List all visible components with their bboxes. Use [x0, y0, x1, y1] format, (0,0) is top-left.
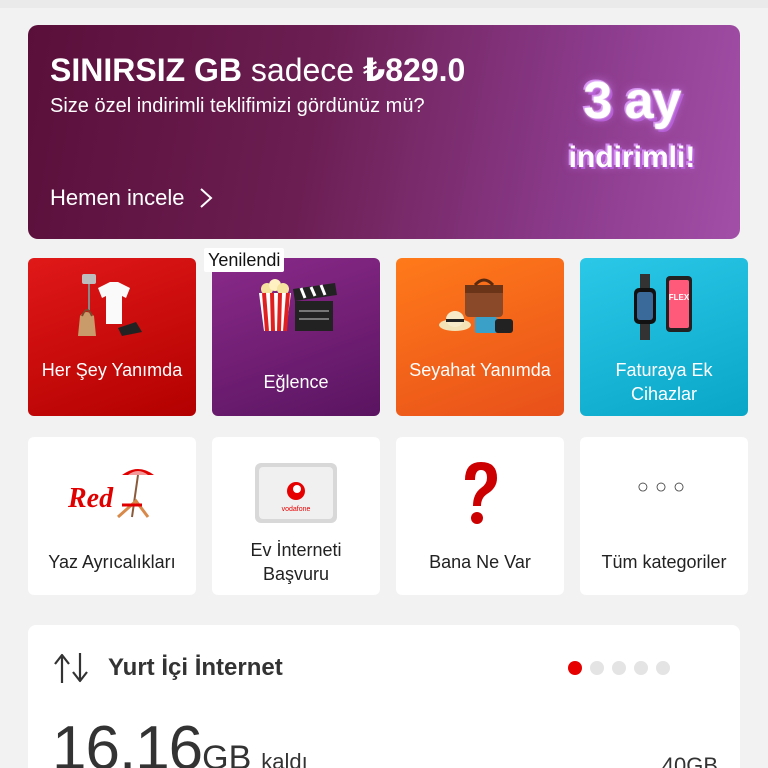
- usage-total: 40GB: [661, 753, 718, 768]
- promo-line1: 3 ay: [583, 72, 681, 130]
- category-faturaya-ek-cihazlar[interactable]: FLEX Faturaya Ek Cihazlar: [580, 258, 748, 416]
- red-beach-logo-icon: Red: [28, 457, 196, 537]
- usage-unit: GB: [202, 739, 252, 768]
- category-label: Her Şey Yanımda: [41, 360, 183, 380]
- carousel-pager[interactable]: [568, 661, 670, 675]
- shortcut-label: Yaz Ayrıcalıkları: [48, 552, 176, 572]
- usage-card[interactable]: Yurt İçi İnternet 16.16GB kaldı 40GB: [28, 625, 740, 768]
- usage-value: 16.16: [52, 714, 203, 768]
- promo-banner[interactable]: SINIRSIZ GB sadece ₺829.0 Size özel indi…: [28, 25, 740, 239]
- shortcut-yaz-ayricaliklari[interactable]: Red Yaz Ayrıcalıkları: [28, 437, 196, 595]
- pager-dot[interactable]: [634, 661, 648, 675]
- shortcut-label: Bana Ne Var: [429, 552, 531, 572]
- shortcut-bana-ne-var[interactable]: Bana Ne Var: [396, 437, 564, 595]
- pager-dot[interactable]: [590, 661, 604, 675]
- pager-dot[interactable]: [656, 661, 670, 675]
- shortcut-label: Ev İnterneti Başvuru: [250, 540, 342, 584]
- svg-text:FLEX: FLEX: [669, 293, 690, 302]
- question-mark-icon: [396, 453, 564, 533]
- category-seyahat-yanimda[interactable]: Seyahat Yanımda: [396, 258, 564, 416]
- category-label: Faturaya Ek Cihazlar: [615, 360, 713, 404]
- banner-title-strong: SINIRSIZ GB: [50, 52, 243, 88]
- category-her-sey-yanimda[interactable]: Her Şey Yanımda: [28, 258, 196, 416]
- svg-text:Red: Red: [67, 483, 114, 514]
- vodafone-modem-icon: vodafone: [212, 453, 380, 533]
- shortcut-ev-interneti-basvuru[interactable]: vodafone Ev İnterneti Başvuru: [212, 437, 380, 595]
- banner-title-light: sadece: [250, 52, 355, 88]
- banner-cta-label: Hemen incele: [50, 185, 185, 210]
- pager-dot[interactable]: [568, 661, 582, 675]
- smartwatch-phone-icon: FLEX: [580, 270, 748, 350]
- usage-title: Yurt İçi İnternet: [108, 654, 283, 681]
- banner-subtitle: Size özel indirimli teklifimizi gördünüz…: [50, 95, 425, 117]
- category-label: Eğlence: [263, 372, 329, 392]
- travel-bag-icon: [396, 270, 564, 350]
- promo-badge: 3 ay indirimli!: [552, 75, 712, 173]
- modem-brand-text: vodafone: [282, 506, 311, 513]
- new-tag: Yenilendi: [204, 248, 285, 272]
- popcorn-clapperboard-icon: [212, 270, 380, 350]
- banner-title: SINIRSIZ GB sadece ₺829.0: [50, 51, 465, 89]
- chevron-right-icon: [199, 188, 213, 208]
- clothing-accessories-icon: [28, 270, 196, 350]
- more-dots-icon: ○○○: [636, 475, 692, 498]
- top-strip: [0, 0, 768, 8]
- category-label: Seyahat Yanımda: [409, 360, 551, 380]
- category-eglence[interactable]: Eğlence: [212, 258, 380, 416]
- usage-header: Yurt İçi İnternet: [52, 649, 283, 687]
- usage-remaining: 16.16GB kaldı: [52, 713, 308, 768]
- shortcut-label: Tüm kategoriler: [601, 552, 727, 572]
- usage-remaining-label: kaldı: [261, 749, 308, 768]
- promo-line2: indirimli!: [568, 141, 696, 174]
- banner-price: ₺829.0: [362, 52, 466, 88]
- banner-cta-link[interactable]: Hemen incele: [50, 185, 213, 211]
- shortcut-tum-kategoriler[interactable]: ○○○ Tüm kategoriler: [580, 437, 748, 595]
- data-transfer-icon: [54, 653, 88, 683]
- pager-dot[interactable]: [612, 661, 626, 675]
